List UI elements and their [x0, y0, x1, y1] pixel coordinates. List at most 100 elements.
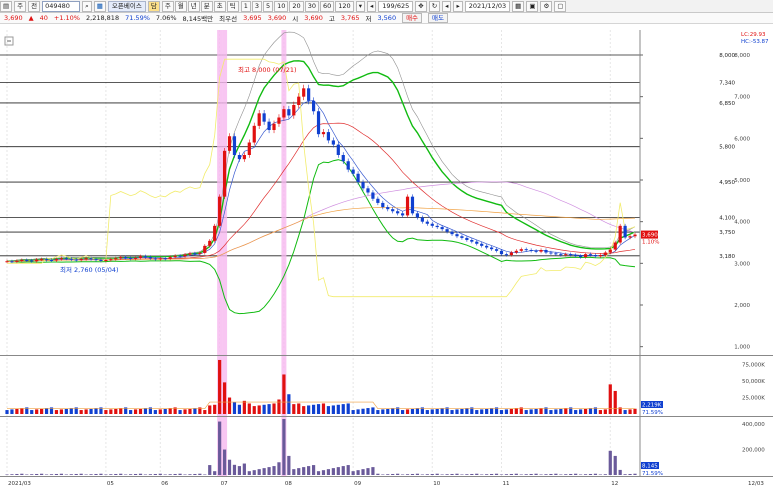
candle-body-85 [425, 221, 429, 224]
save-icon[interactable]: ▣ [526, 0, 539, 12]
volume-ratio: 71.59% [125, 14, 150, 22]
buy-button[interactable]: 매수 [402, 13, 423, 23]
candle-body-72 [361, 182, 365, 189]
price-tick-1: 7,000 [734, 95, 750, 101]
volume-bar-117 [583, 408, 588, 414]
stock-name: 오픈베이스 [107, 0, 146, 12]
interval-button-30[interactable]: 30 [304, 0, 319, 12]
zoom-out-icon[interactable]: ◂ [366, 0, 377, 12]
interval-button-120[interactable]: 120 [335, 0, 354, 12]
interval-button-5[interactable]: 5 [263, 0, 274, 12]
candle-body-33 [168, 257, 172, 259]
window-icon[interactable]: ▢ [554, 0, 567, 12]
interval-button-1[interactable]: 1 [240, 0, 251, 12]
volume-bar-92 [460, 408, 464, 414]
lc-label: LC:29.93 [741, 32, 766, 38]
period-button-4[interactable]: 초 [213, 0, 226, 12]
volume-bar-61 [307, 405, 311, 414]
price-level-label-5: 4,100 [719, 216, 735, 222]
period-button-3[interactable]: 분 [200, 0, 213, 12]
amount-bar-115 [574, 473, 578, 475]
amount-bar-30 [153, 473, 157, 475]
credit-badge: 담 [147, 0, 160, 12]
amount-bar-24 [124, 474, 128, 475]
amount-bar-46 [232, 464, 237, 475]
amount-bar-52 [262, 468, 266, 475]
prev-icon[interactable]: ◂ [442, 0, 452, 12]
amount-bar-120 [598, 474, 602, 475]
interval-button-10[interactable]: 10 [274, 0, 289, 12]
calendar-icon[interactable]: ▦ [512, 0, 525, 12]
candle-body-41 [208, 240, 212, 246]
stock-list-icon[interactable]: ▦ [93, 0, 106, 12]
refresh-icon[interactable]: ↻ [428, 0, 441, 12]
volume-bar-100 [499, 410, 504, 414]
volume-bar-39 [198, 407, 202, 414]
volume-current: 2,219K [642, 403, 662, 409]
volume-bar-37 [188, 408, 192, 414]
cursor-icon[interactable]: ✥ [415, 0, 427, 12]
x-label-1: 05 [107, 481, 114, 487]
volume-bar-35 [178, 410, 182, 414]
period-button-1[interactable]: 월 [174, 0, 187, 12]
volume-bar-25 [129, 410, 133, 414]
date-input[interactable]: 2021/12/03 [464, 0, 511, 12]
candle-body-52 [262, 113, 266, 122]
amount-bar-126 [628, 473, 632, 475]
candle-body-117 [583, 254, 588, 258]
current-price: 3,690 [4, 14, 23, 22]
amount-bar-4 [25, 474, 29, 475]
search-icon[interactable]: ⌕ [82, 0, 92, 12]
amount-bar-35 [178, 473, 182, 475]
stock-code-input[interactable]: 049480 [42, 0, 81, 12]
volume-bar-112 [559, 408, 563, 414]
amount-bar-57 [287, 455, 291, 475]
settings-icon[interactable]: ▾ [355, 0, 365, 12]
bar-count-field[interactable]: 199/625 [378, 0, 414, 12]
price-tick-6: 2,000 [734, 303, 750, 309]
interval-button-20[interactable]: 20 [289, 0, 304, 12]
interval-button-60[interactable]: 60 [319, 0, 335, 12]
candle-body-71 [356, 173, 360, 183]
period-button-5[interactable]: 틱 [226, 0, 239, 12]
current-price-pct: 1.10% [642, 240, 659, 246]
volume-bar-67 [336, 404, 340, 414]
price-level-label-0: 8,000 [719, 53, 735, 59]
volume-bar-4 [25, 407, 29, 414]
amount-bar-9 [49, 474, 54, 475]
volume-bar-5 [30, 410, 34, 414]
candle-body-3 [20, 260, 24, 261]
next-icon[interactable]: ▸ [453, 0, 463, 12]
candle-body-42 [213, 225, 217, 241]
scope-selector[interactable]: 전 [28, 0, 41, 12]
candle-body-108 [539, 250, 543, 252]
price-level-label-3: 5,800 [719, 145, 735, 151]
gear-icon[interactable]: ⚙ [540, 0, 553, 12]
amount-bar-28 [143, 474, 148, 475]
interval-button-3[interactable]: 3 [251, 0, 262, 12]
volume-ratio-label: 71.59% [642, 410, 663, 416]
amount-bar-54 [272, 466, 276, 475]
amount-bar-119 [593, 473, 598, 475]
amount-bar-79 [396, 473, 400, 475]
amount-bar-73 [366, 468, 370, 475]
amount-bar-59 [297, 468, 301, 475]
sell-button[interactable]: 매도 [428, 13, 449, 23]
volume-bar-46 [232, 402, 237, 414]
candle-body-115 [574, 255, 578, 256]
period-button-2[interactable]: 년 [187, 0, 200, 12]
amount-bar-19 [99, 473, 103, 475]
price-level-label-4: 4,950 [719, 180, 735, 186]
market-mode-selector[interactable]: 주 [14, 0, 27, 12]
candle-body-116 [579, 255, 583, 258]
period-button-0[interactable]: 주 [161, 0, 174, 12]
price-chart[interactable]: 8,000 7,340 6,850 5,800 4,950 4,100 3,750 3,180… [0, 24, 773, 489]
candle-body-69 [346, 161, 350, 170]
menu-button[interactable]: ▤ [0, 0, 13, 12]
candle-body-98 [489, 247, 494, 250]
volume-bar-116 [579, 409, 583, 414]
amount-bar-23 [119, 473, 123, 475]
volume-bar-22 [114, 408, 118, 414]
candle-body-65 [326, 132, 331, 141]
volume-bar-127 [633, 408, 637, 414]
